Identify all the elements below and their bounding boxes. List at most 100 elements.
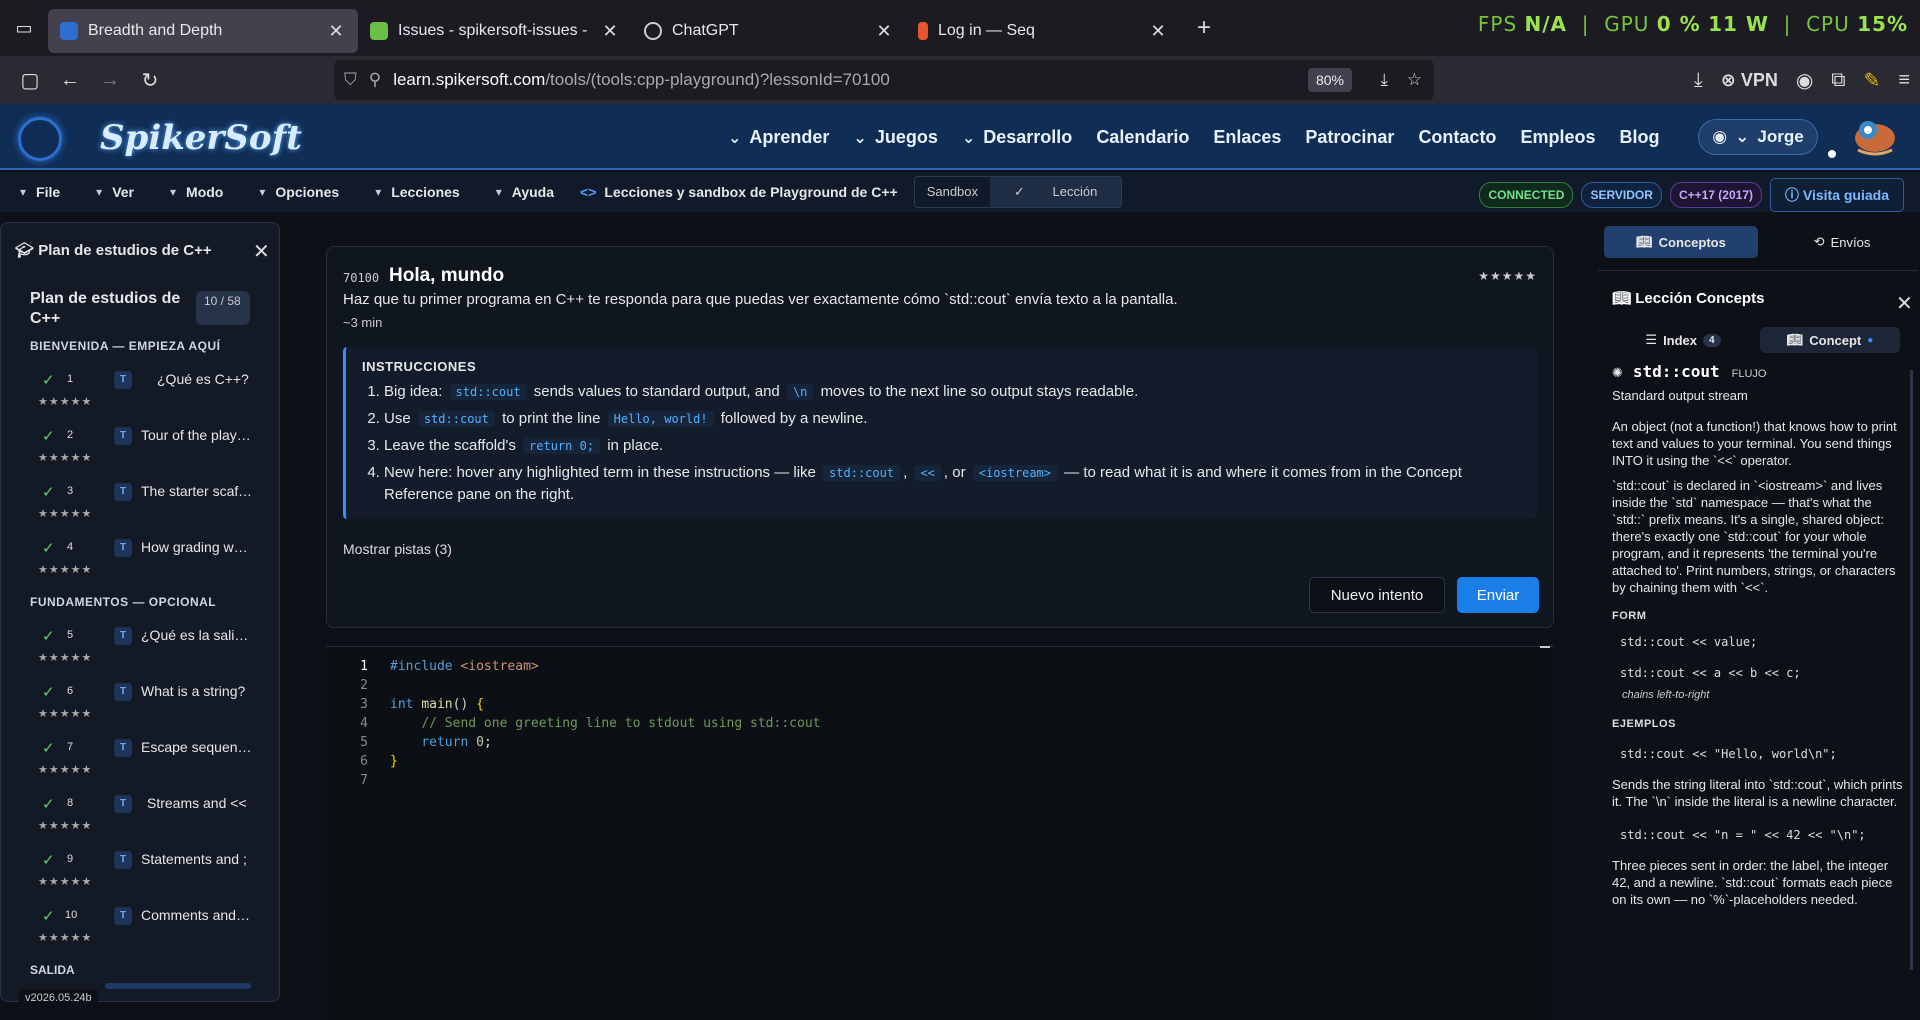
menu-icon[interactable]: ≡ — [1898, 69, 1910, 92]
close-icon[interactable]: ✕ — [1896, 291, 1913, 316]
site-info-icon[interactable]: ⚲ — [369, 70, 381, 90]
lesson-item[interactable]: ✓ 7 T Escape sequences ★★★★★ — [30, 731, 253, 787]
nav-enlaces[interactable]: Enlaces — [1213, 127, 1281, 148]
new-tab-icon[interactable]: + — [1184, 8, 1224, 48]
back-icon[interactable]: ← — [50, 60, 90, 100]
browser-tab[interactable]: ChatGPT ✕ — [632, 9, 906, 53]
code-term[interactable]: std::cout — [449, 384, 527, 400]
code-editor[interactable]: 1 #include <iostream> 2 3 int main() { 4… — [326, 646, 1554, 1020]
vpn-button[interactable]: ⊗ VPN — [1721, 70, 1778, 91]
address-bar[interactable]: ⛉ ⚲ learn.spikersoft.com/tools/(tools:cp… — [334, 60, 1434, 100]
instruction-text: Use — [384, 410, 411, 427]
nav-empleos[interactable]: Empleos — [1520, 127, 1595, 148]
user-menu-button[interactable]: ◉ ⌄ Jorge — [1698, 119, 1818, 155]
logo-icon[interactable] — [18, 117, 62, 161]
browser-tab[interactable]: Log in — Seq ✕ — [906, 9, 1180, 53]
mode-lesson-button[interactable]: ✓ Lección — [990, 177, 1122, 207]
close-tab-icon[interactable]: ✕ — [600, 21, 620, 42]
submit-button[interactable]: Enviar — [1457, 577, 1539, 613]
code-token: int — [390, 697, 414, 712]
bookmark-star-icon[interactable]: ☆ — [1407, 70, 1422, 90]
lesson-rating[interactable]: ★★★★★ — [1478, 269, 1537, 283]
gpu-label: GPU — [1604, 12, 1650, 36]
code-line[interactable]: 6 } — [326, 752, 1554, 771]
zoom-indicator[interactable]: 80% — [1307, 68, 1352, 92]
show-hints-link[interactable]: Mostrar pistas (3) — [343, 541, 452, 557]
nav-juegos[interactable]: Juegos — [853, 127, 938, 148]
extension-badge-icon[interactable]: ✎ — [1864, 68, 1881, 93]
code-term[interactable]: std::cout — [823, 465, 901, 481]
lesson-name: Statements and ; — [141, 851, 247, 867]
lesson-item[interactable]: ✓ 8 T Streams and << ★★★★★ — [30, 787, 252, 843]
nav-aprender[interactable]: Aprender — [728, 127, 829, 148]
nav-contacto[interactable]: Contacto — [1418, 127, 1496, 148]
server-badge: SERVIDOR — [1581, 182, 1662, 208]
tab-concepts[interactable]: 📖︎ Conceptos — [1604, 226, 1758, 258]
lesson-item[interactable]: ✓ 1 T ¿Qué es C++? ★★★★★ — [30, 363, 252, 419]
reload-icon[interactable]: ↻ — [130, 60, 170, 100]
lesson-item[interactable]: ✓ 10 T Comments and notes ★★★★★ — [30, 899, 253, 955]
site-logo[interactable]: SpikerSoft — [100, 118, 302, 158]
code-line[interactable]: 3 int main() { — [326, 695, 1554, 714]
code-line[interactable]: 7 — [326, 771, 1554, 790]
code-term[interactable]: \n — [786, 384, 814, 400]
nav-desarrollo[interactable]: Desarrollo — [962, 127, 1072, 148]
extensions-icon[interactable]: ⧉ — [1831, 69, 1845, 92]
nav-calendario[interactable]: Calendario — [1096, 127, 1189, 148]
sidebar-toggle-icon[interactable]: ▢ — [10, 60, 50, 100]
code-term[interactable]: <iostream> — [972, 465, 1057, 481]
close-tab-icon[interactable]: ✕ — [874, 21, 894, 42]
tab-list-icon[interactable]: ▭ — [0, 0, 48, 56]
shield-icon[interactable]: ⛉ — [344, 70, 357, 90]
nav-patrocinar[interactable]: Patrocinar — [1305, 127, 1394, 148]
downloads-icon[interactable]: ⤓ — [1694, 69, 1703, 92]
close-icon[interactable]: ✕ — [253, 239, 270, 264]
lesson-item[interactable]: ✓ 9 T Statements and ; ★★★★★ — [30, 843, 252, 899]
url-host: learn.spikersoft.com — [393, 70, 546, 89]
lesson-item[interactable]: ✓ 5 T ¿Qué es la salida? ★★★★★ — [30, 619, 253, 675]
close-tab-icon[interactable]: ✕ — [326, 21, 346, 42]
concept-scrollbar[interactable] — [1910, 370, 1913, 970]
code-line[interactable]: 4 // Send one greeting line to stdout us… — [326, 714, 1554, 733]
code-line[interactable]: 2 — [326, 676, 1554, 695]
nav-blog[interactable]: Blog — [1619, 127, 1659, 148]
url-text[interactable]: learn.spikersoft.com/tools/(tools:cpp-pl… — [393, 70, 890, 90]
forward-icon[interactable]: → — [90, 60, 130, 100]
install-icon[interactable]: ⤓ — [1380, 70, 1388, 90]
lesson-item[interactable]: ✓ 4 T How grading works ★★★★★ — [30, 531, 253, 587]
lesson-number: 5 — [67, 629, 74, 641]
instruction-text: to print the line — [502, 410, 601, 427]
code-term[interactable]: Hello, world! — [607, 411, 714, 427]
favicon-icon — [60, 22, 78, 40]
guided-tour-button[interactable]: ⓘ Visita guiada — [1770, 178, 1904, 212]
lesson-type-badge: T — [114, 539, 132, 557]
mode-sandbox-button[interactable]: Sandbox — [915, 177, 990, 207]
browser-tab[interactable]: Issues - spikersoft-issues - Gitea ✕ — [358, 9, 632, 53]
lesson-item[interactable]: ✓ 6 T What is a string? ★★★★★ — [30, 675, 252, 731]
cpp-standard-badge[interactable]: C++17 (2017) — [1669, 182, 1762, 208]
menu-ayuda[interactable]: Ayuda — [496, 184, 554, 200]
menu-opciones[interactable]: Opciones — [259, 184, 339, 200]
code-term[interactable]: << — [914, 465, 941, 481]
code-line[interactable]: 5 return 0; — [326, 733, 1554, 752]
browser-tab-active[interactable]: Breadth and Depth ✕ — [48, 9, 358, 53]
menu-file[interactable]: File — [20, 184, 60, 200]
retry-button[interactable]: Nuevo intento — [1309, 577, 1445, 613]
subtab-index[interactable]: ☰ Index 4 — [1638, 327, 1728, 353]
menu-ver[interactable]: Ver — [96, 184, 134, 200]
tab-submissions[interactable]: ⟲ Envíos — [1770, 226, 1914, 258]
code-term[interactable]: return 0; — [523, 438, 601, 454]
menu-lecciones[interactable]: Lecciones — [375, 184, 459, 200]
lesson-item[interactable]: ✓ 2 T Tour of the playground ★★★★★ — [30, 419, 253, 475]
subtab-concept[interactable]: 📖︎ Concept ● — [1760, 327, 1900, 353]
line-number: 2 — [360, 678, 368, 693]
output-section-title[interactable]: SALIDA — [30, 963, 75, 977]
code-line[interactable]: 1 #include <iostream> — [326, 657, 1554, 676]
check-icon: ✓ — [1014, 184, 1029, 199]
menu-modo[interactable]: Modo — [170, 184, 223, 200]
account-icon[interactable]: ◉ — [1796, 68, 1813, 93]
editor-scrollbar[interactable] — [1540, 646, 1550, 648]
lesson-item[interactable]: ✓ 3 T The starter scaffold ★★★★★ — [30, 475, 253, 531]
close-tab-icon[interactable]: ✕ — [1148, 21, 1168, 42]
code-term[interactable]: std::cout — [417, 411, 495, 427]
